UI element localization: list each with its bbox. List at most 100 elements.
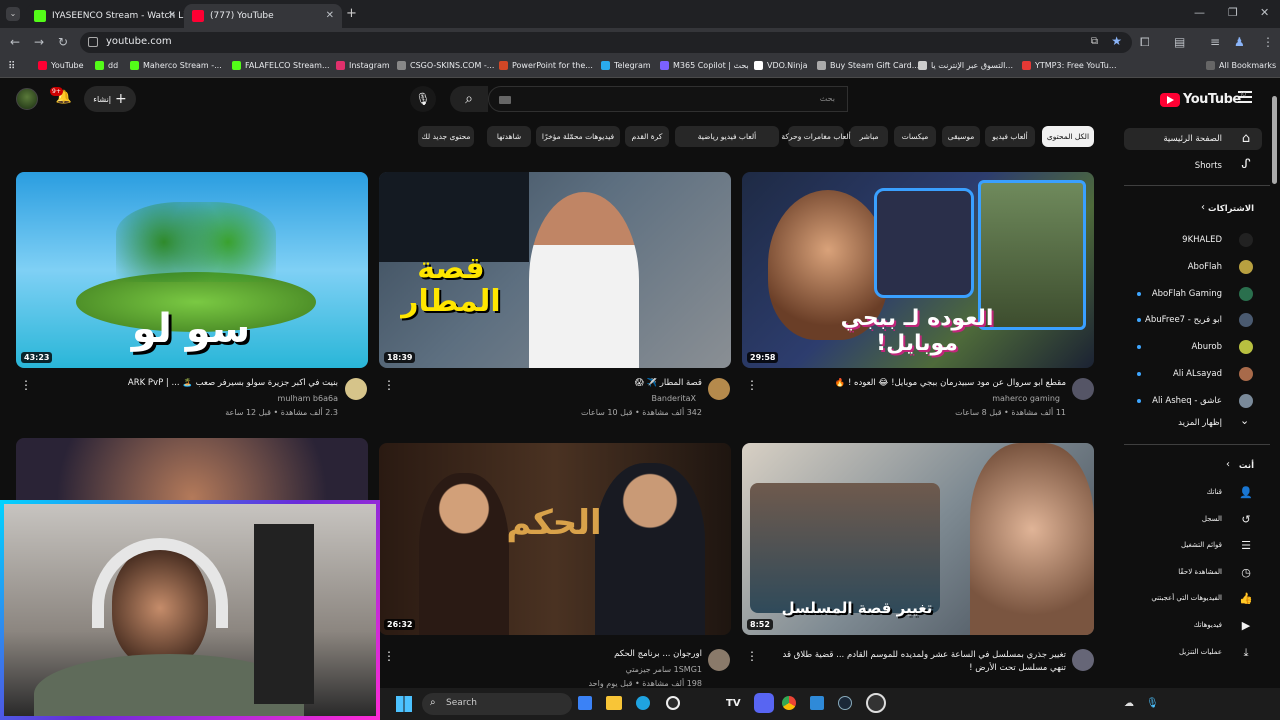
sidebar-you-item[interactable]: السجل [1202, 515, 1222, 523]
tab-youtube[interactable]: (777) YouTube ✕ [184, 4, 342, 28]
discord-icon[interactable] [754, 693, 774, 713]
sidebar-you-item[interactable]: قناتك [1207, 488, 1222, 496]
subscriptions-header[interactable]: الاشتراكات [1208, 204, 1254, 214]
filter-chip[interactable]: فيديوهات محمّلة مؤخرًا [536, 126, 620, 147]
you-header[interactable]: أنت [1239, 461, 1254, 471]
channel-avatar[interactable] [1072, 378, 1094, 400]
channel-avatar[interactable] [708, 378, 730, 400]
close-tab-icon[interactable]: ✕ [168, 10, 176, 21]
sidebar-subscription-item[interactable]: AboFlah Gaming [1152, 289, 1222, 299]
file-explorer-icon[interactable] [606, 696, 622, 710]
show-more-button[interactable]: إظهار المزيد [1178, 418, 1222, 428]
tab-kick-stream[interactable]: IYASEENCO Stream - Watch Liv ✕ [26, 4, 184, 28]
keyboard-icon[interactable] [499, 96, 511, 104]
bookmark-item[interactable]: Buy Steam Gift Card... [817, 61, 919, 70]
cloud-icon[interactable]: ☁ [1124, 698, 1134, 709]
bookmark-item[interactable]: dd [95, 61, 118, 70]
sidebar-you-item[interactable]: الفيديوهات التي أعجبتني [1151, 594, 1222, 602]
menu-icon[interactable]: ⋮ [1262, 35, 1274, 49]
mic-tray-icon[interactable]: 🎙 [1146, 698, 1159, 709]
filter-chip[interactable]: مباشر [850, 126, 888, 147]
bookmark-item[interactable]: YTMP3: Free YouTu... [1022, 61, 1117, 70]
video-title[interactable]: تغيير جذري بمسلسل في الساعة عشر ولمديده … [770, 649, 1066, 675]
sidebar-item-shorts[interactable]: Shorts [1195, 161, 1222, 171]
bookmark-item[interactable]: FALAFELCO Stream... [232, 61, 330, 70]
video-title[interactable]: مقطع ابو سروال عن مود سبيدرمان ببجي موبا… [770, 378, 1066, 388]
extensions-icon[interactable]: ⧠ [1140, 35, 1150, 50]
vscode-icon[interactable] [810, 696, 824, 710]
back-icon[interactable]: ← [10, 35, 20, 49]
sidebar-subscription-item[interactable]: عاشق - Ali Asheq [1152, 396, 1222, 406]
forward-icon[interactable]: → [34, 35, 44, 49]
more-actions-icon[interactable]: ⋮ [20, 378, 32, 392]
steam-icon[interactable] [838, 696, 852, 710]
video-thumbnail[interactable]: تغيير قصة المسلسل 8:52 [742, 443, 1094, 635]
channel-name[interactable]: maherco gaming [770, 394, 1060, 403]
filter-chip[interactable]: الكل المحتوى [1042, 126, 1094, 147]
video-thumbnail[interactable]: قصة المطار 18:39 [379, 172, 731, 368]
account-avatar[interactable] [16, 88, 38, 110]
bookmark-star-icon[interactable]: ★ [1111, 34, 1122, 48]
sidepanel-icon[interactable]: ▤ [1174, 35, 1185, 49]
edge-icon[interactable] [636, 696, 650, 710]
channel-name[interactable]: mulham b6a6a [46, 394, 338, 403]
bookmark-item[interactable]: PowerPoint for the... [499, 61, 593, 70]
sidebar-you-item[interactable]: قوائم التشغيل [1181, 541, 1222, 549]
more-actions-icon[interactable]: ⋮ [383, 649, 395, 663]
sidebar-you-item[interactable]: المشاهدة لاحقًا [1178, 568, 1222, 576]
filter-chip[interactable]: موسيقى [942, 126, 980, 147]
search-button[interactable]: ⌕ [450, 86, 488, 112]
all-bookmarks[interactable]: All Bookmarks [1206, 61, 1276, 70]
bookmark-item[interactable]: Maherco Stream -... [130, 61, 222, 70]
sidebar-you-item[interactable]: عمليات التنزيل [1179, 648, 1222, 656]
video-thumbnail[interactable]: العوده لـ ببجي موبايل! 29:58 [742, 172, 1094, 368]
channel-name[interactable]: BanderitaX [410, 394, 697, 403]
sidebar-you-item[interactable]: فيديوهاتك [1194, 621, 1222, 629]
channel-avatar[interactable] [1072, 649, 1094, 671]
voice-search-button[interactable]: 🎙 [410, 86, 436, 112]
video-thumbnail[interactable]: سو لو 43:23 [16, 172, 368, 368]
sidebar-subscription-item[interactable]: Aburob [1191, 342, 1222, 352]
create-button[interactable]: إنشاء + [84, 86, 136, 112]
filter-chip[interactable]: ألعاب فيديو [985, 126, 1035, 147]
taskbar-search[interactable]: ⌕ Search [422, 693, 572, 715]
youtube-logo[interactable]: YouTube IQ [1160, 92, 1246, 107]
filter-chip[interactable]: محتوى جديد لك [418, 126, 474, 147]
minimize-icon[interactable]: — [1194, 6, 1205, 19]
notifications-button[interactable]: 🔔 9+ [50, 87, 74, 110]
new-tab-button[interactable]: + [346, 6, 357, 21]
close-tab-icon[interactable]: ✕ [326, 10, 334, 21]
apps-icon[interactable]: ⠿ [8, 61, 15, 72]
bookmark-item[interactable]: التسوق عبر الإنترنت يا... [918, 61, 1013, 70]
address-bar[interactable]: youtube.com ⧉ ★ [80, 32, 1132, 53]
taskbar-app-icon[interactable] [578, 696, 592, 710]
tab-search-icon[interactable]: ⌄ [6, 7, 20, 21]
channel-name[interactable]: 1SMG1 سامر جيزمتي [410, 665, 702, 674]
filter-chip[interactable]: كرة القدم [625, 126, 669, 147]
filter-chip[interactable]: ألعاب مغامرات وحركة [781, 126, 851, 147]
install-icon[interactable]: ⧉ [1091, 36, 1098, 47]
video-title[interactable]: بنيت في أكبر جزيرة سولو بسيرفر صعب 🏝️ ..… [46, 378, 338, 388]
bookmark-item[interactable]: M365 Copilot | بحث [660, 61, 749, 70]
sidebar-subscription-item[interactable]: ابو فريح - AbuFree7 [1145, 315, 1222, 325]
profile-icon[interactable]: ♟ [1234, 35, 1245, 49]
video-thumbnail[interactable]: الحكم 26:32 [379, 443, 731, 635]
bookmark-item[interactable]: Telegram [601, 61, 651, 70]
bookmark-item[interactable]: Instagram [336, 61, 390, 70]
sidebar-subscription-item[interactable]: 9KHALED [1182, 235, 1222, 245]
more-actions-icon[interactable]: ⋮ [746, 649, 758, 663]
filter-chip[interactable]: ميكسات [894, 126, 936, 147]
bookmark-item[interactable]: YouTube [38, 61, 84, 70]
bookmark-item[interactable]: VDO.Ninja [754, 61, 808, 70]
scrollbar-thumb[interactable] [1272, 96, 1277, 184]
media-icon[interactable]: ≡ [1210, 35, 1220, 49]
more-actions-icon[interactable]: ⋮ [746, 378, 758, 392]
filter-chip[interactable]: ألعاب فيديو رياضية [675, 126, 779, 147]
filter-chip[interactable]: شاهدتها [487, 126, 531, 147]
video-title[interactable]: قصة المطار ✈️ 😱 [410, 378, 702, 388]
restore-icon[interactable]: ❐ [1228, 6, 1238, 19]
video-title[interactable]: اورجوان ... برنامج الحكم [410, 649, 702, 659]
channel-avatar[interactable] [708, 649, 730, 671]
site-info-icon[interactable] [88, 37, 98, 47]
sidebar-subscription-item[interactable]: Ali ALsayad [1173, 369, 1222, 379]
